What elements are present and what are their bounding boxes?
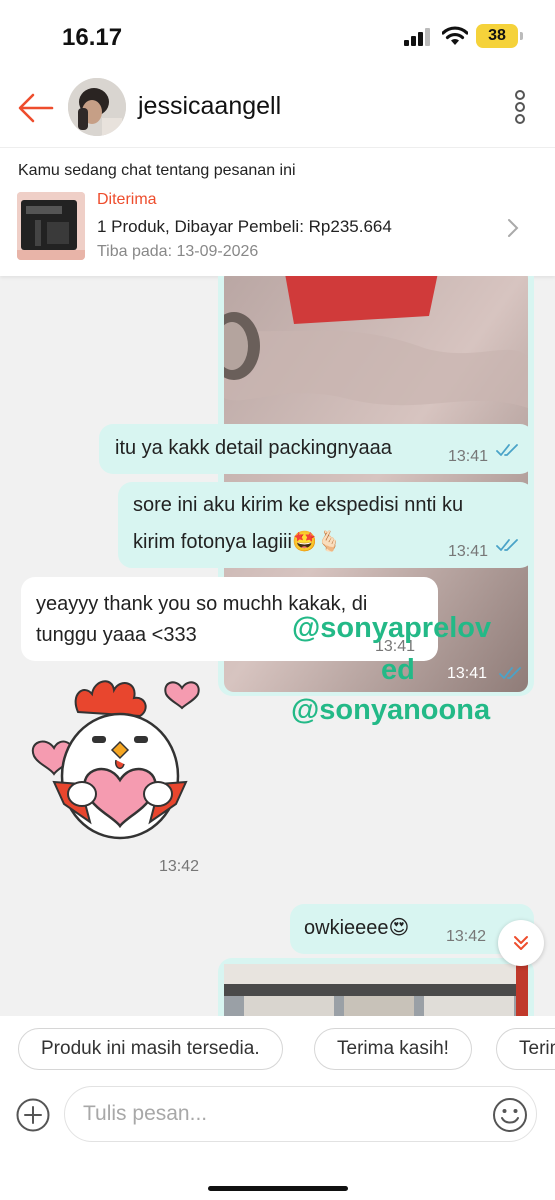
avatar-photo: [68, 78, 126, 136]
wifi-icon: [442, 26, 468, 45]
message-text: owkieeee😍: [304, 917, 410, 939]
avatar[interactable]: [68, 78, 126, 136]
message-field[interactable]: [64, 1086, 537, 1142]
battery-level: 38: [488, 27, 506, 44]
outgoing-message[interactable]: sore ini aku kirim ke ekspedisi nnti ku …: [118, 482, 534, 568]
read-receipt-icon: [496, 444, 518, 456]
emoji-icon[interactable]: [492, 1097, 528, 1133]
watermark-line-2: ed: [381, 654, 415, 686]
message-input-bar: [0, 1080, 555, 1200]
double-chevron-down-icon: [514, 936, 528, 950]
outgoing-message[interactable]: itu ya kakk detail packingnyaaa 13:41: [99, 424, 534, 474]
quick-reply-chip[interactable]: Produk ini masih tersedia.: [18, 1028, 283, 1070]
sticker-time: 13:42: [159, 858, 200, 875]
shop-photo: [224, 964, 528, 1016]
home-indicator: [208, 1186, 348, 1191]
rooster-heart-sticker[interactable]: [20, 664, 210, 849]
message-time: 13:42: [446, 928, 487, 945]
battery-indicator: 38: [476, 24, 523, 48]
chevron-right-icon: [508, 219, 519, 237]
message-time: 13:41: [448, 448, 489, 465]
quick-replies: Produk ini masih tersedia. Terima kasih!…: [0, 1016, 555, 1080]
message-input[interactable]: [83, 1099, 463, 1129]
watermark-line-1: @sonyaprelov: [292, 612, 492, 644]
order-arrival-date: Tiba pada: 13-09-2026: [97, 243, 259, 260]
more-options-icon[interactable]: [512, 90, 528, 126]
plus-icon[interactable]: [16, 1098, 50, 1132]
read-receipt-icon: [496, 539, 518, 551]
message-text-line-2: kirim fotonya lagiii🤩🫰🏻: [133, 531, 342, 553]
message-time: 13:41: [447, 665, 488, 682]
back-arrow-icon[interactable]: [16, 90, 56, 126]
chat-header: jessicaangell: [0, 72, 555, 148]
message-text-line-1: sore ini aku kirim ke ekspedisi nnti ku: [133, 494, 464, 516]
scroll-to-bottom-button[interactable]: [498, 920, 544, 966]
order-summary: 1 Produk, Dibayar Pembeli: Rp235.664: [97, 217, 392, 236]
order-intro-text: Kamu sedang chat tentang pesanan ini: [18, 162, 296, 179]
cellular-signal-icon: [404, 28, 434, 46]
chat-messages[interactable]: 13:41 itu ya kakk detail packingnyaaa 13…: [0, 276, 555, 1016]
status-bar: 16.17 38: [0, 0, 555, 72]
quick-reply-chip[interactable]: Terima: [496, 1028, 555, 1070]
watermark-line-3: @sonyanoona: [291, 694, 491, 726]
read-receipt-icon: [499, 667, 521, 679]
image-message[interactable]: [218, 958, 534, 1016]
quick-reply-chip[interactable]: Terima kasih!: [314, 1028, 472, 1070]
status-time: 16.17: [62, 24, 123, 51]
product-thumbnail: [17, 192, 85, 260]
order-status: Diterima: [97, 191, 157, 208]
message-text-line-2: tunggu yaaa <333: [36, 624, 197, 646]
order-card[interactable]: Kamu sedang chat tentang pesanan ini Dit…: [0, 148, 555, 276]
message-text: itu ya kakk detail packingnyaaa: [115, 437, 392, 459]
chat-username[interactable]: jessicaangell: [138, 92, 281, 121]
message-time: 13:41: [448, 543, 489, 560]
